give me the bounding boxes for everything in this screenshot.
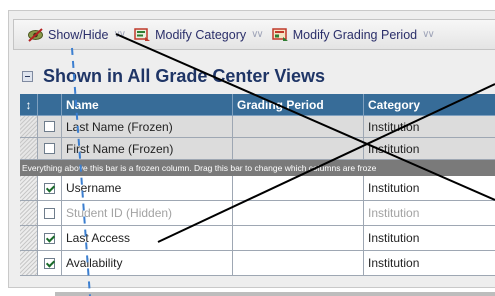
section-title: Shown in All Grade Center Views (43, 65, 326, 86)
row-grading-period (233, 226, 364, 251)
drag-handle[interactable] (20, 138, 38, 160)
row-name: Availability (62, 251, 233, 276)
bottom-scrollbar (55, 292, 495, 296)
row-name: Last Access (62, 226, 233, 251)
section-header: Shown in All Grade Center Views (22, 64, 325, 88)
eye-slash-icon (28, 27, 43, 42)
row-checkbox[interactable] (44, 182, 55, 194)
row-checkbox-cell (38, 138, 62, 160)
row-name: Student ID (Hidden) (62, 201, 233, 226)
row-name: First Name (Frozen) (62, 138, 233, 160)
row-category: Institution (364, 138, 495, 160)
table-row: First Name (Frozen) Institution (20, 138, 495, 160)
up-down-arrow-icon: ↕ (20, 94, 38, 116)
row-category: Institution (364, 201, 495, 226)
row-category: Institution (364, 176, 495, 201)
drag-handle[interactable] (20, 201, 38, 226)
row-category: Institution (364, 116, 495, 138)
column-header-grading-period[interactable]: Grading Period (233, 94, 364, 116)
row-grading-period (233, 176, 364, 201)
chevron-down-icon: ∨∨ (422, 29, 435, 40)
row-grading-period (233, 138, 364, 160)
row-category: Institution (364, 251, 495, 276)
table-row: Availability Institution (20, 251, 495, 276)
row-checkbox[interactable] (44, 232, 55, 244)
row-checkbox[interactable] (44, 207, 55, 219)
row-checkbox-cell (38, 176, 62, 201)
row-name: Username (62, 176, 233, 201)
row-category: Institution (364, 226, 495, 251)
select-all-header (38, 94, 62, 116)
table-row: Username Institution (20, 176, 495, 201)
row-checkbox-cell (38, 116, 62, 138)
modify-category-button[interactable]: Modify Category ∨∨ (134, 20, 272, 49)
modify-grading-period-label: Modify Grading Period (292, 27, 418, 42)
modify-grading-period-button[interactable]: Modify Grading Period ∨∨ (272, 20, 443, 49)
row-grading-period (233, 116, 364, 138)
frozen-column-bar[interactable]: Everything above this bar is a frozen co… (20, 160, 495, 176)
row-checkbox[interactable] (44, 257, 55, 269)
table-row: Last Access Institution (20, 226, 495, 251)
drag-handle[interactable] (20, 176, 38, 201)
drag-handle[interactable] (20, 226, 38, 251)
row-checkbox[interactable] (44, 143, 55, 154)
grading-period-icon (272, 27, 288, 41)
toolbar: Show/Hide ∨∨ Modify Category ∨∨ Modify G… (13, 19, 495, 50)
category-icon (134, 27, 151, 41)
table-row: Student ID (Hidden) Institution (20, 201, 495, 226)
grade-center-screenshot: Show/Hide ∨∨ Modify Category ∨∨ Modify G… (0, 0, 495, 296)
row-grading-period (233, 251, 364, 276)
show-hide-button[interactable]: Show/Hide ∨∨ (27, 20, 134, 49)
column-header-category[interactable]: Category (364, 94, 495, 116)
row-checkbox-cell (38, 251, 62, 276)
row-checkbox-cell (38, 201, 62, 226)
column-header-name[interactable]: Name (62, 94, 233, 116)
modify-category-label: Modify Category (155, 27, 247, 42)
drag-handle[interactable] (20, 116, 38, 138)
row-checkbox[interactable] (44, 121, 55, 132)
chevron-down-icon: ∨∨ (113, 29, 126, 40)
row-name: Last Name (Frozen) (62, 116, 233, 138)
row-grading-period (233, 201, 364, 226)
collapse-icon[interactable] (22, 70, 33, 82)
grid-header-row: ↕ Name Grading Period Category (20, 94, 495, 116)
table-row: Last Name (Frozen) Institution (20, 116, 495, 138)
chevron-down-icon: ∨∨ (251, 29, 264, 40)
row-checkbox-cell (38, 226, 62, 251)
drag-handle[interactable] (20, 251, 38, 276)
show-hide-label: Show/Hide (48, 27, 109, 42)
